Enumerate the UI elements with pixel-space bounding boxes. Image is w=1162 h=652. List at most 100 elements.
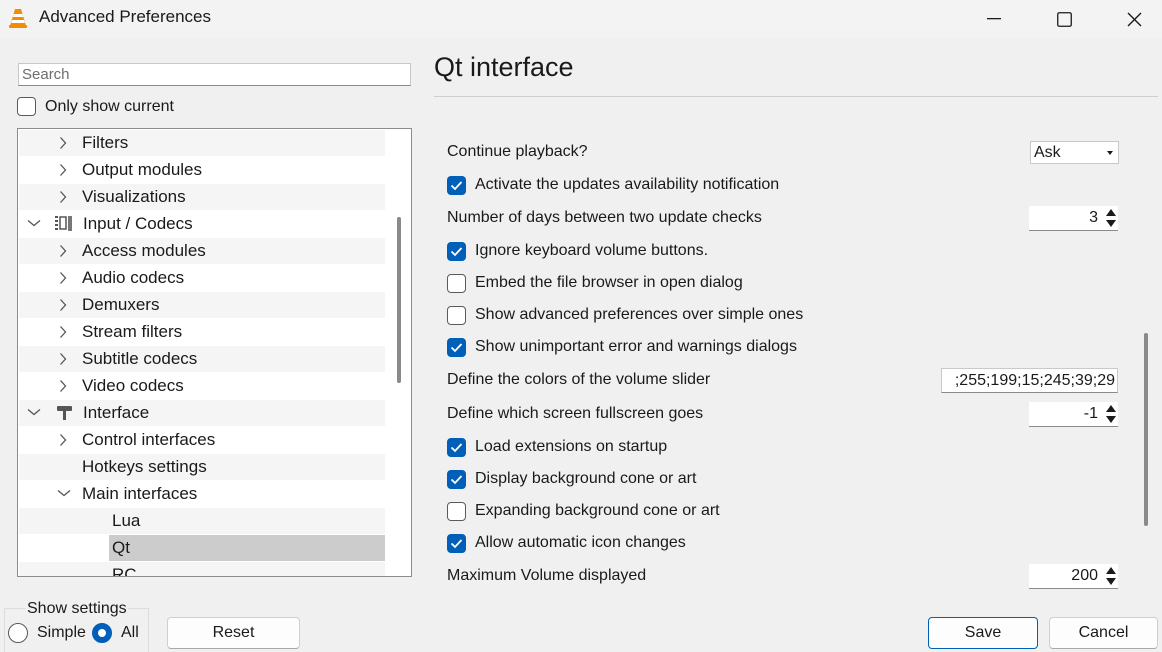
tree-item-label: Stream filters	[82, 322, 183, 341]
option-label: Maximum Volume displayed	[447, 567, 647, 584]
chevron-right-icon	[60, 434, 67, 446]
spin-down-icon[interactable]	[1106, 578, 1116, 585]
option-embed-file-browser: Embed the file browser in open dialog	[447, 270, 1119, 298]
spin-down-icon[interactable]	[1106, 416, 1116, 423]
tree-item-label: Input / Codecs	[83, 214, 193, 233]
fullscreen-screen-spinbox[interactable]: -1	[1029, 402, 1118, 427]
spin-up-icon[interactable]	[1106, 209, 1116, 216]
spin-down-icon[interactable]	[1106, 220, 1116, 227]
select-value: Ask	[1034, 144, 1061, 161]
option-label: Define the colors of the volume slider	[447, 371, 711, 388]
spin-value: 3	[1089, 209, 1098, 226]
minimize-button[interactable]	[964, 0, 1024, 38]
tree-item-access-modules[interactable]: Access modules	[19, 238, 385, 264]
option-fullscreen-screen: Define which screen fullscreen goes -1	[447, 401, 1119, 429]
tree-item-demuxers[interactable]: Demuxers	[19, 292, 385, 318]
spin-up-icon[interactable]	[1106, 405, 1116, 412]
expanding-background-checkbox[interactable]	[447, 502, 466, 521]
preferences-tree[interactable]: Filters Output modules Visualizations In…	[17, 128, 412, 577]
tree-item-video-codecs[interactable]: Video codecs	[19, 373, 385, 399]
search-input[interactable]	[18, 63, 411, 86]
advanced-prefs-checkbox[interactable]	[447, 306, 466, 325]
background-cone-checkbox[interactable]	[447, 470, 466, 489]
all-radio[interactable]	[92, 623, 112, 643]
tree-item-qt[interactable]: Qt	[19, 535, 385, 561]
maximize-button[interactable]	[1034, 0, 1094, 38]
tree-item-control-interfaces[interactable]: Control interfaces	[19, 427, 385, 453]
selection-highlight	[109, 535, 385, 561]
reset-preferences-button[interactable]: Reset Preferences	[167, 617, 300, 649]
option-max-volume: Maximum Volume displayed 200	[447, 563, 1119, 591]
close-button[interactable]	[1104, 0, 1162, 38]
simple-radio[interactable]	[8, 623, 28, 643]
tree-item-input-codecs[interactable]: Input / Codecs	[19, 211, 385, 237]
tree-item-label: Filters	[82, 133, 129, 152]
tree-item-label: Subtitle codecs	[82, 349, 198, 368]
tree-item-subtitle-codecs[interactable]: Subtitle codecs	[19, 346, 385, 372]
update-days-spinbox[interactable]: 3	[1029, 206, 1118, 231]
tree-item-visualizations[interactable]: Visualizations	[19, 184, 385, 210]
option-label: Continue playback?	[447, 143, 588, 160]
tree-item-label: Lua	[112, 511, 141, 530]
tree-item-label: Visualizations	[82, 187, 186, 206]
tree-item-lua[interactable]: Lua	[19, 508, 385, 534]
show-settings-title: Show settings	[26, 600, 128, 618]
ignore-volume-keys-checkbox[interactable]	[447, 242, 466, 261]
load-extensions-checkbox[interactable]	[447, 438, 466, 457]
option-auto-icon-changes: Allow automatic icon changes	[447, 530, 1119, 558]
tree-item-output-modules[interactable]: Output modules	[19, 157, 385, 183]
chevron-right-icon	[60, 272, 67, 284]
chevron-down-icon	[27, 409, 41, 416]
tree-item-label: Hotkeys settings	[82, 457, 207, 476]
option-label: Expanding background cone or art	[475, 502, 720, 519]
tree-item-rc[interactable]: RC	[19, 562, 385, 576]
reset-preferences-label: Reset Preferences	[212, 624, 255, 641]
max-volume-spinbox[interactable]: 200	[1029, 564, 1118, 589]
tree-item-stream-filters[interactable]: Stream filters	[19, 319, 385, 345]
option-continue-playback: Continue playback? Ask	[447, 139, 1119, 167]
tree-scrollbar[interactable]	[397, 217, 401, 383]
option-expanding-background: Expanding background cone or art	[447, 498, 1119, 526]
option-label: Number of days between two update checks	[447, 209, 762, 226]
tree-item-audio-codecs[interactable]: Audio codecs	[19, 265, 385, 291]
embed-file-browser-checkbox[interactable]	[447, 274, 466, 293]
window-title: Advanced Preferences	[39, 7, 211, 26]
panel-scrollbar[interactable]	[1144, 333, 1148, 526]
tree-item-main-interfaces[interactable]: Main interfaces	[19, 481, 385, 507]
simple-radio-label: Simple	[37, 624, 86, 641]
spin-up-icon[interactable]	[1106, 567, 1116, 574]
title-divider	[434, 96, 1158, 97]
tree-item-filters[interactable]: Filters	[19, 130, 385, 156]
cancel-button[interactable]: Cancel	[1049, 617, 1158, 649]
maximize-icon	[1056, 11, 1072, 27]
cancel-label: Cancel	[1078, 624, 1129, 641]
tree-item-hotkeys-settings[interactable]: Hotkeys settings	[19, 454, 385, 480]
chevron-down-icon	[57, 490, 71, 497]
checkmark-icon	[450, 181, 463, 191]
tree-item-label: Demuxers	[82, 295, 160, 314]
update-notification-checkbox[interactable]	[447, 176, 466, 195]
chevron-right-icon	[60, 191, 67, 203]
only-show-current-checkbox[interactable]	[17, 97, 36, 116]
option-label: Display background cone or art	[475, 470, 697, 487]
option-label: Activate the updates availability notifi…	[475, 176, 780, 193]
option-background-cone: Display background cone or art	[447, 466, 1119, 494]
codecs-icon	[55, 216, 72, 231]
panel-title: Qt interface	[434, 52, 574, 82]
tree-item-label: Access modules	[82, 241, 206, 260]
option-label: Ignore keyboard volume buttons.	[475, 242, 709, 259]
chevron-right-icon	[60, 353, 67, 365]
error-dialogs-checkbox[interactable]	[447, 338, 466, 357]
tree-item-label: Main interfaces	[82, 484, 198, 503]
save-label: Save	[964, 624, 1002, 641]
volume-colors-input[interactable]: ;255;199;15;245;39;29	[941, 368, 1118, 393]
tree-item-label: Output modules	[82, 160, 203, 179]
checkmark-icon	[450, 475, 463, 485]
chevron-down-icon	[27, 220, 41, 227]
chevron-right-icon	[60, 245, 67, 257]
continue-playback-select[interactable]: Ask	[1030, 141, 1119, 164]
auto-icon-changes-checkbox[interactable]	[447, 534, 466, 553]
tree-item-interface[interactable]: Interface	[19, 400, 385, 426]
save-button[interactable]: Save	[928, 617, 1038, 649]
title-bar: Advanced Preferences	[0, 0, 1162, 38]
